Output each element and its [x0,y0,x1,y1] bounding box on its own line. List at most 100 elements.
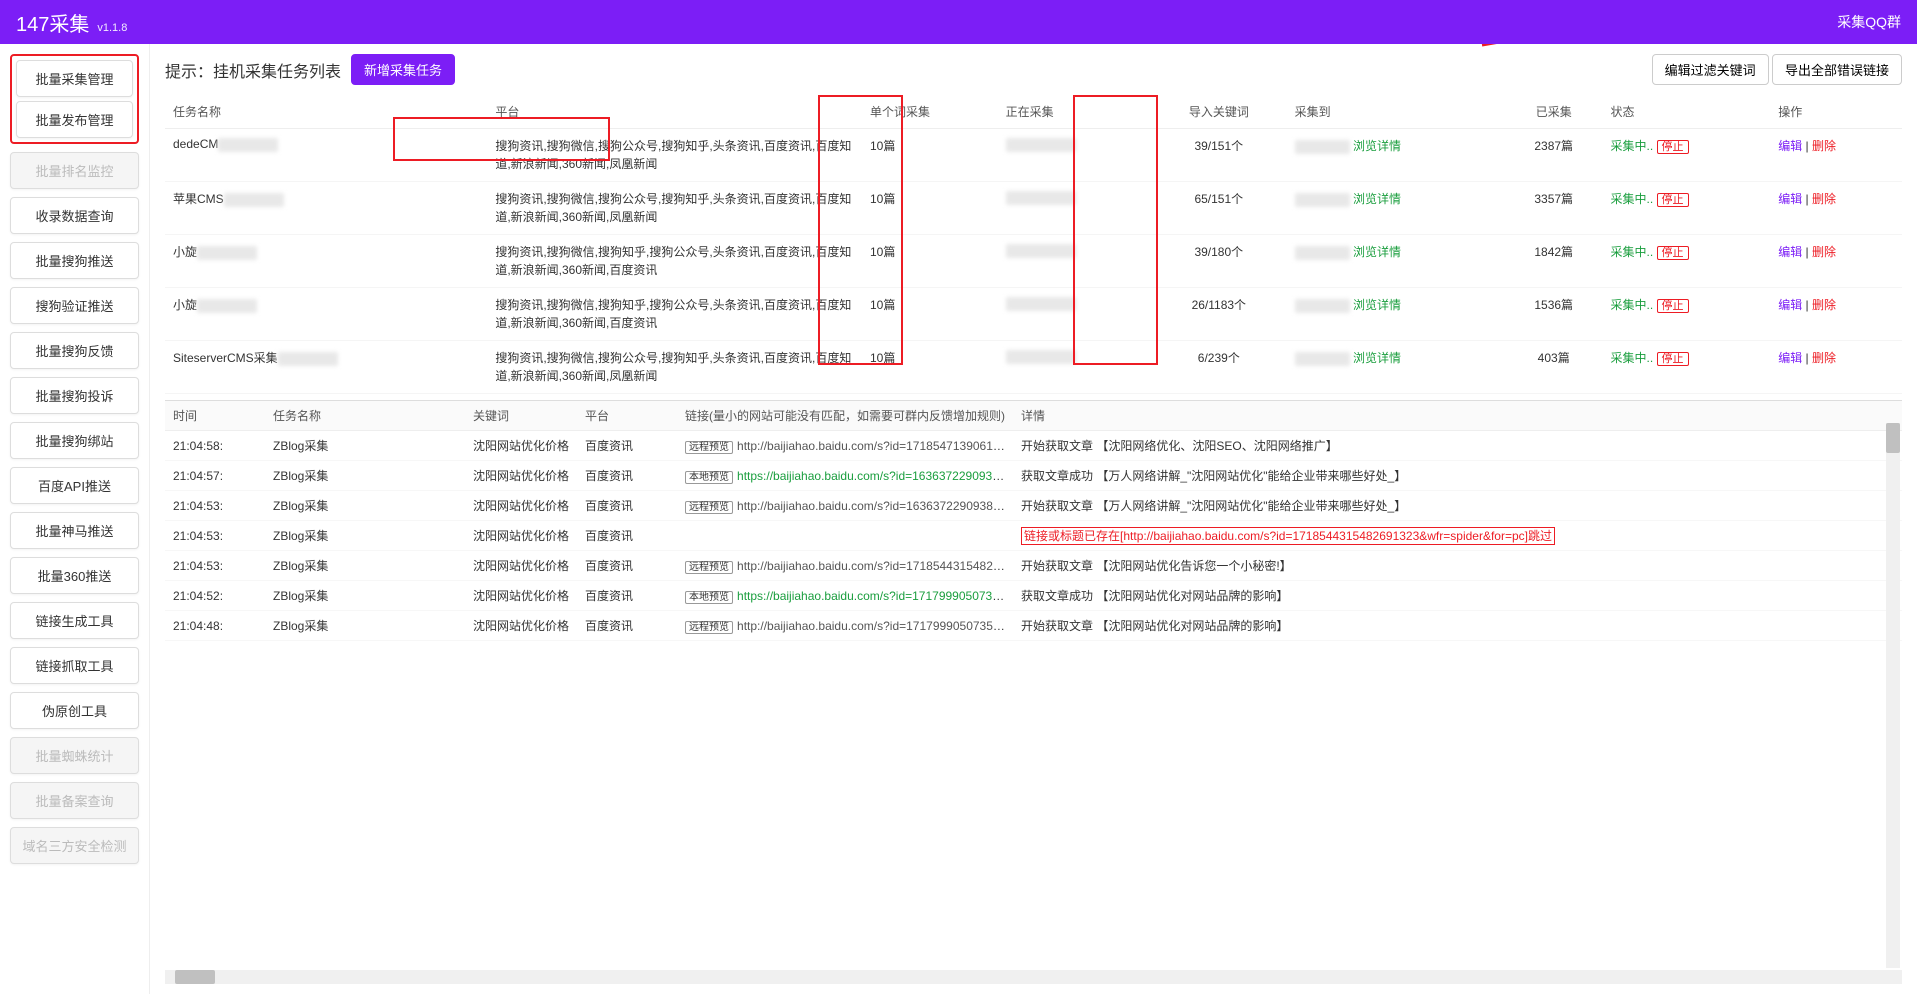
sidebar-item-collect-manage[interactable]: 批量采集管理 [16,60,133,97]
app-version: v1.1.8 [97,22,127,34]
sidebar: 批量采集管理 批量发布管理 批量排名监控收录数据查询批量搜狗推送搜狗验证推送批量… [0,44,150,994]
tasks-header-7: 状态 [1602,95,1770,129]
log-detail: 链接或标题已存在[http://baijiahao.baidu.com/s?id… [1013,521,1902,551]
pause-button[interactable]: 停止 [1657,352,1689,366]
task-single: 10篇 [862,288,998,341]
log-row: 21:04:53:ZBlog采集沈阳网站优化价格百度资讯远程预览http://b… [165,551,1902,581]
tasks-header-6: 已采集 [1505,95,1603,129]
detail-link[interactable]: 浏览详情 [1353,298,1401,312]
delete-link[interactable]: 删除 [1812,192,1836,206]
task-single: 10篇 [862,182,998,235]
sidebar-item-6[interactable]: 批量搜狗绑站 [10,422,139,459]
task-keywords: 39/151个 [1151,129,1287,182]
edit-link[interactable]: 编辑 [1778,351,1802,365]
pause-button[interactable]: 停止 [1657,140,1689,154]
log-url[interactable]: http://baijiahao.baidu.com/s?id=17179990… [737,619,1013,633]
horizontal-scrollbar[interactable] [165,970,1902,984]
pause-button[interactable]: 停止 [1657,193,1689,207]
log-header-4: 链接(量小的网站可能没有匹配，如需要可群内反馈增加规则) [677,401,1013,431]
log-link [677,521,1013,551]
table-row: 苹果CMS搜狗资讯,搜狗微信,搜狗公众号,搜狗知乎,头条资讯,百度资讯,百度知道… [165,182,1902,235]
log-url[interactable]: https://baijiahao.baidu.com/s?id=1636372… [737,469,1013,483]
log-link: 本地预览 https://baijiahao.baidu.com/s?id=171… [677,581,1013,611]
task-ops: 编辑 | 删除 [1770,129,1902,182]
task-platform: 搜狗资讯,搜狗微信,搜狗公众号,搜狗知乎,头条资讯,百度资讯,百度知道,新浪新闻… [487,129,862,182]
edit-filter-button[interactable]: 编辑过滤关键词 [1652,54,1769,85]
sidebar-item-8[interactable]: 批量神马推送 [10,512,139,549]
log-cell-1: ZBlog采集 [265,551,465,581]
sidebar-item-1[interactable]: 收录数据查询 [10,197,139,234]
task-status: 采集中.. 停止 [1602,341,1770,394]
log-url[interactable]: http://baijiahao.baidu.com/s?id=17185443… [737,559,1013,573]
tasks-header-0: 任务名称 [165,95,487,129]
log-detail: 开始获取文章 【沈阳网络优化、沈阳SEO、沈阳网络推广】 [1013,431,1902,461]
sidebar-item-3[interactable]: 搜狗验证推送 [10,287,139,324]
sidebar-item-7[interactable]: 百度API推送 [10,467,139,504]
task-collected: 1842篇 [1505,235,1603,288]
remote-preview-badge[interactable]: 远程预览 [685,561,733,574]
log-cell-1: ZBlog采集 [265,461,465,491]
log-cell-0: 21:04:53: [165,491,265,521]
sidebar-item-11[interactable]: 链接抓取工具 [10,647,139,684]
sidebar-item-9[interactable]: 批量360推送 [10,557,139,594]
detail-link[interactable]: 浏览详情 [1353,192,1401,206]
log-cell-3: 百度资讯 [577,551,677,581]
log-row: 21:04:52:ZBlog采集沈阳网站优化价格百度资讯本地预览https://… [165,581,1902,611]
pause-button[interactable]: 停止 [1657,299,1689,313]
log-cell-3: 百度资讯 [577,431,677,461]
log-cell-3: 百度资讯 [577,491,677,521]
task-keywords: 6/239个 [1151,341,1287,394]
remote-preview-badge[interactable]: 远程预览 [685,501,733,514]
edit-link[interactable]: 编辑 [1778,298,1802,312]
sidebar-item-10[interactable]: 链接生成工具 [10,602,139,639]
delete-link[interactable]: 删除 [1812,298,1836,312]
log-header-3: 平台 [577,401,677,431]
delete-link[interactable]: 删除 [1812,351,1836,365]
log-detail: 开始获取文章 【沈阳网站优化告诉您一个小秘密!】 [1013,551,1902,581]
log-link: 远程预览 http://baijiahao.baidu.com/s?id=1717… [677,611,1013,641]
detail-link[interactable]: 浏览详情 [1353,351,1401,365]
edit-link[interactable]: 编辑 [1778,245,1802,259]
task-target: 浏览详情 [1287,288,1505,341]
edit-link[interactable]: 编辑 [1778,139,1802,153]
log-cell-1: ZBlog采集 [265,431,465,461]
sidebar-item-2[interactable]: 批量搜狗推送 [10,242,139,279]
vertical-scroll-thumb[interactable] [1886,423,1900,453]
task-target: 浏览详情 [1287,235,1505,288]
local-preview-badge[interactable]: 本地预览 [685,471,733,484]
edit-link[interactable]: 编辑 [1778,192,1802,206]
export-errors-button[interactable]: 导出全部错误链接 [1772,54,1902,85]
add-task-button[interactable]: 新增采集任务 [351,54,455,85]
sidebar-item-12[interactable]: 伪原创工具 [10,692,139,729]
log-cell-0: 21:04:53: [165,521,265,551]
sidebar-item-publish-manage[interactable]: 批量发布管理 [16,101,133,138]
app-title: 147采集 [16,8,89,37]
local-preview-badge[interactable]: 本地预览 [685,591,733,604]
remote-preview-badge[interactable]: 远程预览 [685,441,733,454]
horizontal-scroll-thumb[interactable] [175,970,215,984]
log-url[interactable]: http://baijiahao.baidu.com/s?id=17185471… [737,439,1013,453]
log-detail: 获取文章成功 【万人网络讲解_"沈阳网站优化"能给企业带来哪些好处_】 [1013,461,1902,491]
sidebar-item-4[interactable]: 批量搜狗反馈 [10,332,139,369]
remote-preview-badge[interactable]: 远程预览 [685,621,733,634]
task-collecting [998,129,1151,182]
delete-link[interactable]: 删除 [1812,139,1836,153]
pause-button[interactable]: 停止 [1657,246,1689,260]
task-collecting [998,182,1151,235]
task-ops: 编辑 | 删除 [1770,182,1902,235]
sidebar-item-5[interactable]: 批量搜狗投诉 [10,377,139,414]
log-url[interactable]: http://baijiahao.baidu.com/s?id=16363722… [737,499,1013,513]
log-cell-2: 沈阳网站优化价格 [465,521,577,551]
table-row: dedeCM搜狗资讯,搜狗微信,搜狗公众号,搜狗知乎,头条资讯,百度资讯,百度知… [165,129,1902,182]
vertical-scrollbar[interactable] [1886,423,1900,968]
task-target: 浏览详情 [1287,129,1505,182]
log-link: 远程预览 http://baijiahao.baidu.com/s?id=1718… [677,431,1013,461]
tasks-header-2: 单个词采集 [862,95,998,129]
task-collected: 1536篇 [1505,288,1603,341]
delete-link[interactable]: 删除 [1812,245,1836,259]
qq-group-link[interactable]: 采集QQ群 [1837,12,1901,32]
detail-link[interactable]: 浏览详情 [1353,139,1401,153]
detail-link[interactable]: 浏览详情 [1353,245,1401,259]
log-url[interactable]: https://baijiahao.baidu.com/s?id=1717999… [737,589,1013,603]
log-header-5: 详情 [1013,401,1902,431]
